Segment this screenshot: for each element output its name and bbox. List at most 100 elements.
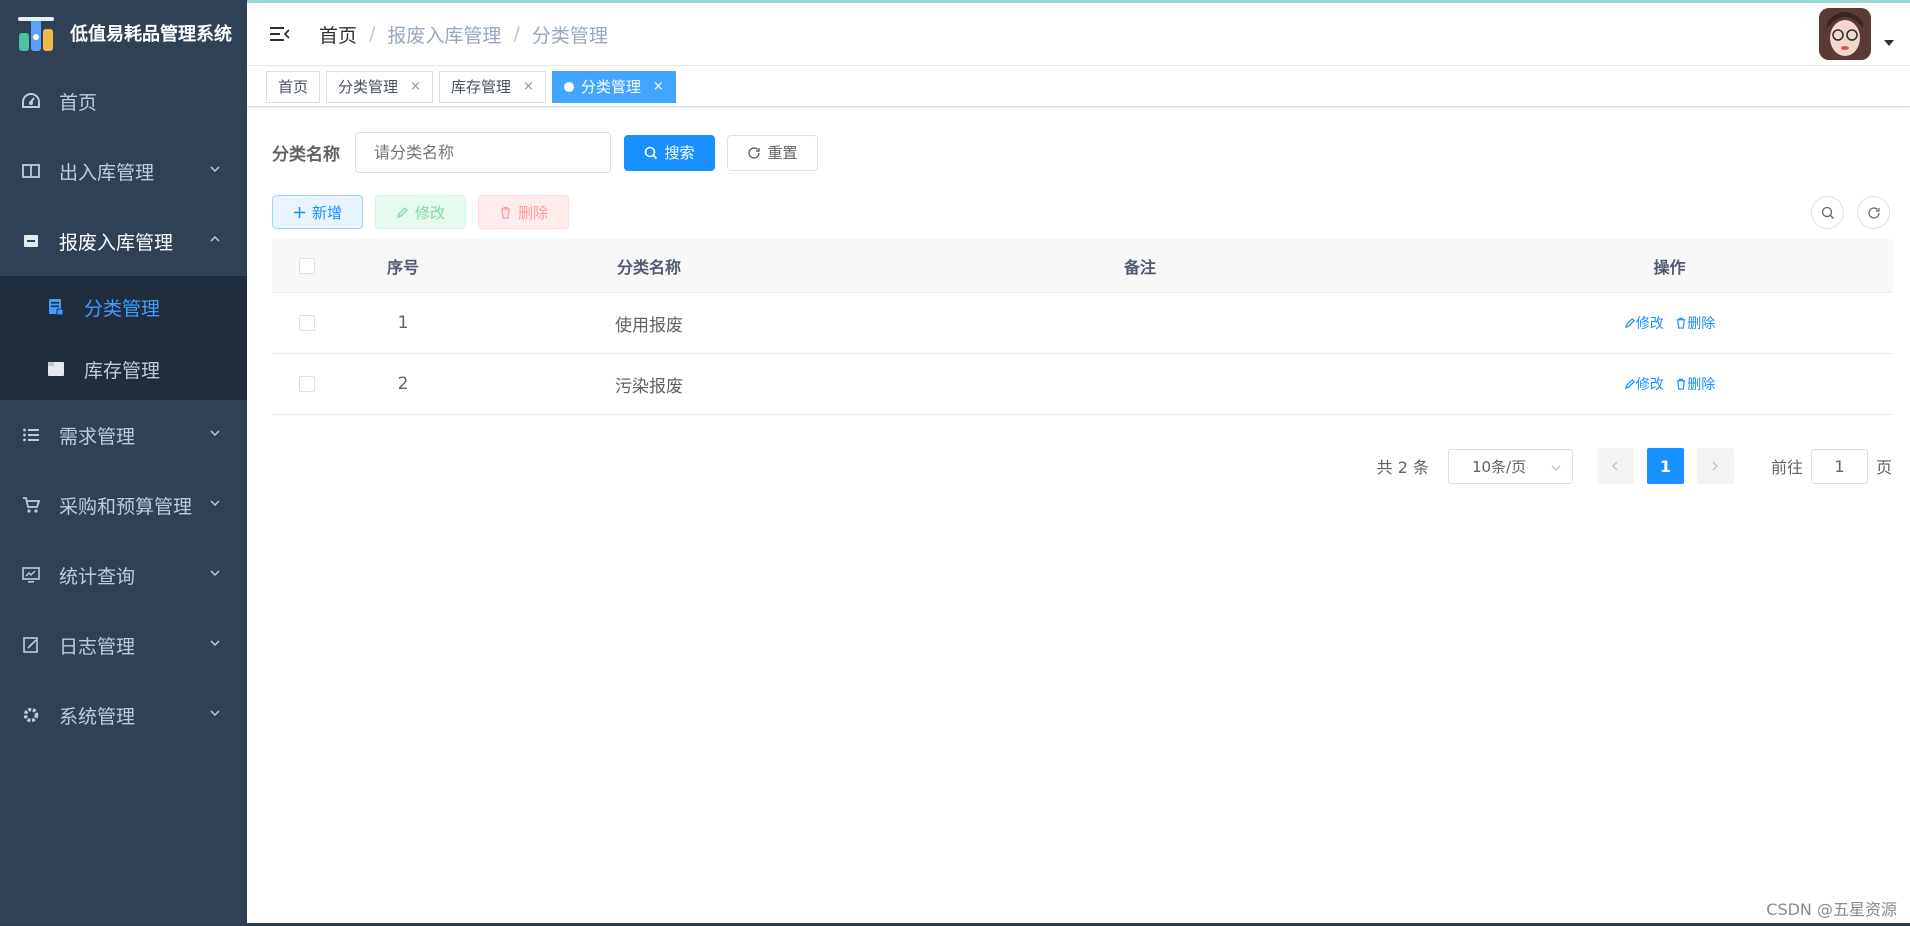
chevron-down-icon bbox=[210, 570, 220, 577]
menu-fold-icon[interactable] bbox=[269, 23, 291, 45]
sidebar-item-demand[interactable]: 需求管理 bbox=[0, 400, 247, 470]
category-name-label: 分类名称 bbox=[272, 145, 340, 165]
book-open-icon bbox=[22, 164, 40, 178]
watermark: CSDN @五星资源 bbox=[1766, 900, 1897, 919]
sidebar-item-label: 出入库管理 bbox=[59, 161, 155, 184]
row-delete-label: 删除 bbox=[1687, 376, 1716, 393]
row-index: 1 bbox=[397, 313, 409, 333]
row-checkbox[interactable] bbox=[299, 315, 315, 331]
submenu-scrap: 分类管理 库存管理 bbox=[0, 276, 247, 400]
row-delete-link[interactable]: 删除 bbox=[1675, 374, 1715, 394]
tag-label: 首页 bbox=[278, 78, 309, 96]
chevron-down-icon bbox=[210, 166, 220, 173]
row-index: 2 bbox=[397, 374, 409, 394]
select-all-checkbox[interactable] bbox=[299, 257, 315, 274]
row-delete-link[interactable]: 删除 bbox=[1675, 313, 1715, 333]
column-header: 分类名称 bbox=[616, 257, 681, 277]
trash-icon bbox=[1677, 317, 1686, 329]
close-icon[interactable]: × bbox=[523, 79, 534, 94]
sidebar-item-purchase[interactable]: 采购和预算管理 bbox=[0, 470, 247, 540]
flask-logo-icon bbox=[18, 17, 54, 51]
breadcrumb-item[interactable]: 首页 bbox=[319, 21, 357, 48]
category-name-input[interactable] bbox=[355, 132, 611, 173]
toggle-search-button[interactable] bbox=[1811, 196, 1844, 229]
next-page-button[interactable] bbox=[1696, 448, 1734, 484]
refresh-icon bbox=[1867, 206, 1880, 219]
prev-page-button[interactable] bbox=[1596, 448, 1634, 484]
refresh-table-button[interactable] bbox=[1857, 196, 1890, 229]
search-icon bbox=[1821, 206, 1834, 219]
close-icon[interactable]: × bbox=[410, 79, 421, 94]
sidebar-item-logs[interactable]: 日志管理 bbox=[0, 610, 247, 680]
page-number-current[interactable]: 1 bbox=[1646, 448, 1684, 484]
sidebar-item-home[interactable]: 首页 bbox=[0, 66, 247, 136]
pagination: 共 2 条 10条/页 1 前往 1 页 bbox=[1377, 448, 1892, 484]
sidebar-item-label: 首页 bbox=[59, 91, 98, 114]
plus-icon bbox=[293, 206, 305, 218]
column-header: 备注 bbox=[1123, 257, 1156, 277]
row-delete-label: 删除 bbox=[1687, 315, 1716, 332]
edit-button[interactable]: 修改 bbox=[375, 195, 466, 229]
tag-inventory[interactable]: 库存管理 × bbox=[438, 70, 546, 103]
sidebar-item-scrap[interactable]: 报废入库管理 bbox=[0, 206, 247, 276]
app-logo[interactable]: 低值易耗品管理系统 bbox=[0, 0, 247, 66]
row-checkbox[interactable] bbox=[299, 376, 315, 392]
sidebar-item-label: 报废入库管理 bbox=[59, 231, 174, 254]
tag-label: 库存管理 bbox=[450, 78, 511, 96]
search-icon bbox=[645, 146, 658, 159]
tag-home[interactable]: 首页 bbox=[266, 70, 321, 103]
chevron-up-icon bbox=[210, 235, 220, 242]
action-toolbar: 新增 修改 删除 bbox=[272, 195, 569, 229]
edit-icon bbox=[1624, 378, 1635, 389]
sidebar-item-label: 系统管理 bbox=[59, 705, 136, 728]
delete-button[interactable]: 删除 bbox=[478, 195, 569, 229]
sidebar-item-label: 采购和预算管理 bbox=[59, 495, 193, 518]
tag-category-active[interactable]: 分类管理 × bbox=[551, 70, 676, 103]
search-button-label: 搜索 bbox=[664, 144, 695, 162]
row-category-name: 使用报废 bbox=[615, 315, 683, 336]
row-select-cell bbox=[272, 376, 342, 392]
edit-icon bbox=[1624, 317, 1635, 328]
trash-icon bbox=[1677, 378, 1686, 390]
monitor-icon bbox=[22, 567, 40, 583]
sidebar: 低值易耗品管理系统 首页 出入库管理 报废入库管理 分类管理 库存管理 需求管理… bbox=[0, 0, 247, 926]
tag-category[interactable]: 分类管理 × bbox=[326, 70, 433, 103]
chevron-down-icon bbox=[210, 430, 220, 437]
caret-down-icon[interactable] bbox=[1884, 40, 1894, 46]
column-header: 序号 bbox=[386, 257, 419, 277]
sidebar-item-label: 分类管理 bbox=[84, 297, 161, 320]
add-button[interactable]: 新增 bbox=[272, 195, 363, 229]
close-icon[interactable]: × bbox=[653, 79, 664, 94]
page-suffix: 页 bbox=[1875, 458, 1892, 477]
goto-page-input[interactable]: 1 bbox=[1810, 448, 1868, 484]
sidebar-item-category[interactable]: 分类管理 bbox=[0, 276, 247, 338]
breadcrumb-item: 分类管理 bbox=[531, 24, 608, 47]
sidebar-item-inventory[interactable]: 库存管理 bbox=[0, 338, 247, 400]
page-size-select[interactable]: 10条/页 bbox=[1447, 448, 1573, 484]
row-edit-label: 修改 bbox=[1635, 376, 1664, 393]
row-edit-link[interactable]: 修改 bbox=[1624, 374, 1664, 394]
tags-view: 首页 分类管理 × 库存管理 × 分类管理 × bbox=[247, 67, 1910, 107]
row-edit-label: 修改 bbox=[1635, 315, 1664, 332]
chevron-right-icon bbox=[1712, 461, 1719, 471]
avatar[interactable] bbox=[1819, 8, 1871, 60]
reset-button[interactable]: 重置 bbox=[727, 134, 818, 171]
tag-label: 分类管理 bbox=[338, 78, 399, 96]
breadcrumb-separator: / bbox=[513, 23, 520, 45]
sidebar-item-system[interactable]: 系统管理 bbox=[0, 680, 247, 750]
sidebar-item-inout[interactable]: 出入库管理 bbox=[0, 136, 247, 206]
search-button[interactable]: 搜索 bbox=[624, 134, 715, 171]
breadcrumb-item: 报废入库管理 bbox=[387, 24, 502, 47]
goto-label: 前往 bbox=[1770, 458, 1803, 477]
reset-button-label: 重置 bbox=[767, 144, 798, 162]
total-count: 共 2 条 bbox=[1376, 458, 1429, 477]
sidebar-item-label: 日志管理 bbox=[59, 635, 136, 658]
row-actions: 修改 删除 bbox=[1446, 374, 1893, 395]
row-edit-link[interactable]: 修改 bbox=[1624, 313, 1664, 333]
list-icon bbox=[23, 428, 39, 442]
folder-icon bbox=[48, 362, 64, 376]
chevron-down-icon bbox=[210, 710, 220, 717]
sidebar-item-stats[interactable]: 统计查询 bbox=[0, 540, 247, 610]
trash-icon bbox=[500, 206, 510, 219]
add-button-label: 新增 bbox=[311, 203, 342, 222]
